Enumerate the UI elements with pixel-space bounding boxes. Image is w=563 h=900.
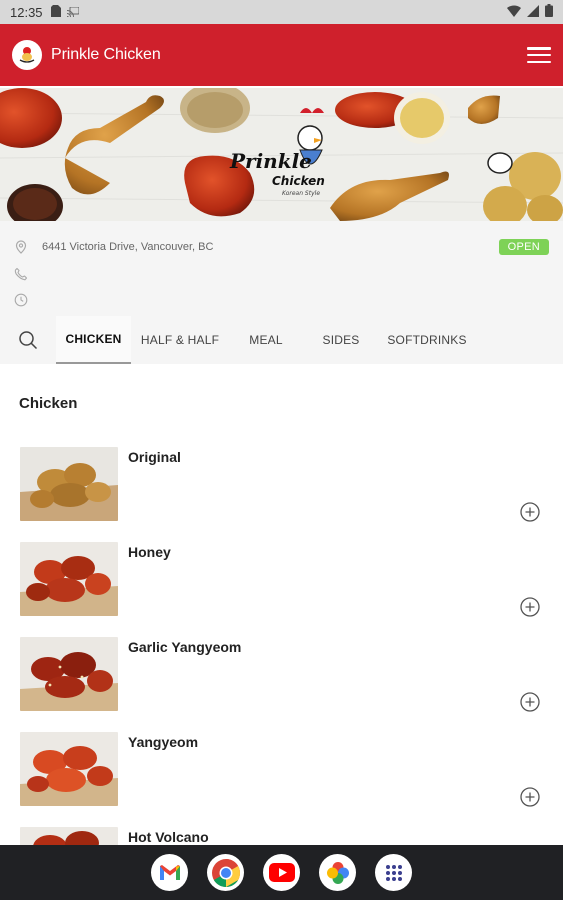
phone-icon xyxy=(14,267,28,281)
menu-item-photo xyxy=(20,637,118,711)
menu-line xyxy=(527,60,551,63)
location-pin-icon xyxy=(15,240,27,254)
status-indicators xyxy=(507,4,553,20)
open-status-badge: OPEN xyxy=(498,239,549,255)
menu-item-photo xyxy=(20,732,118,806)
svg-text:Korean Style: Korean Style xyxy=(282,190,320,197)
app-title: Prinkle Chicken xyxy=(51,46,161,63)
menu-line xyxy=(527,53,551,57)
status-time: 12:35 xyxy=(10,4,43,20)
section-title: Chicken xyxy=(19,395,78,412)
address-text: 6441 Victoria Drive, Vancouver, BC xyxy=(42,241,214,253)
category-tab-bar: CHICKEN HALF & HALF MEAL SIDES SOFTDRINK… xyxy=(0,316,563,364)
hours-row xyxy=(14,293,42,307)
system-dock xyxy=(0,845,563,900)
signal-icon xyxy=(527,4,539,20)
menu-line xyxy=(527,47,551,50)
menu-item[interactable]: Honey xyxy=(0,542,563,637)
app-drawer-icon[interactable] xyxy=(375,854,412,891)
restaurant-banner: Prinkle Chicken Korean Style xyxy=(0,88,563,221)
app-screen: 12:35 Prinkle Chicken Prinkle Chicken Ko… xyxy=(0,0,563,900)
wifi-icon xyxy=(507,4,521,20)
restaurant-info: 6441 Victoria Drive, Vancouver, BC OPEN xyxy=(0,221,563,321)
menu-item-name: Garlic Yangyeom xyxy=(128,639,242,655)
svg-text:Chicken: Chicken xyxy=(272,174,325,188)
hamburger-menu-button[interactable] xyxy=(527,45,551,65)
search-button[interactable] xyxy=(0,316,56,364)
banner-brand-text: Prinkle xyxy=(229,149,312,173)
status-bar: 12:35 xyxy=(0,0,563,24)
add-item-icon[interactable] xyxy=(520,597,540,617)
add-item-icon[interactable] xyxy=(520,502,540,522)
tab-softdrinks[interactable]: SOFTDRINKS xyxy=(379,316,475,364)
tab-meal[interactable]: MEAL xyxy=(229,316,303,364)
menu-item[interactable]: Garlic Yangyeom xyxy=(0,637,563,732)
sim-card-icon xyxy=(50,4,61,20)
chrome-icon[interactable] xyxy=(207,854,244,891)
menu-item-name: Yangyeom xyxy=(128,734,199,750)
menu-item-name: Original xyxy=(128,449,181,465)
app-bar: Prinkle Chicken xyxy=(0,24,563,86)
menu-item-name: Hot Volcano xyxy=(128,829,209,845)
menu-item-name: Honey xyxy=(128,544,171,560)
restaurant-logo xyxy=(12,40,42,70)
cast-icon xyxy=(66,5,80,20)
tab-sides[interactable]: SIDES xyxy=(303,316,379,364)
phone-row[interactable] xyxy=(14,267,42,281)
youtube-icon[interactable] xyxy=(263,854,300,891)
menu-item[interactable]: Original xyxy=(0,447,563,542)
search-icon xyxy=(19,331,38,350)
menu-item-photo xyxy=(20,447,118,521)
menu-item-photo xyxy=(20,542,118,616)
battery-icon xyxy=(545,4,553,20)
banner-image: Prinkle Chicken Korean Style xyxy=(0,88,563,221)
photos-icon[interactable] xyxy=(319,854,356,891)
address-row: 6441 Victoria Drive, Vancouver, BC xyxy=(14,240,213,254)
add-item-icon[interactable] xyxy=(520,787,540,807)
add-item-icon[interactable] xyxy=(520,692,540,712)
tab-chicken[interactable]: CHICKEN xyxy=(56,316,131,364)
clock-icon xyxy=(14,293,28,307)
tab-half-and-half[interactable]: HALF & HALF xyxy=(131,316,229,364)
menu-item[interactable]: Yangyeom xyxy=(0,732,563,827)
gmail-icon[interactable] xyxy=(151,854,188,891)
